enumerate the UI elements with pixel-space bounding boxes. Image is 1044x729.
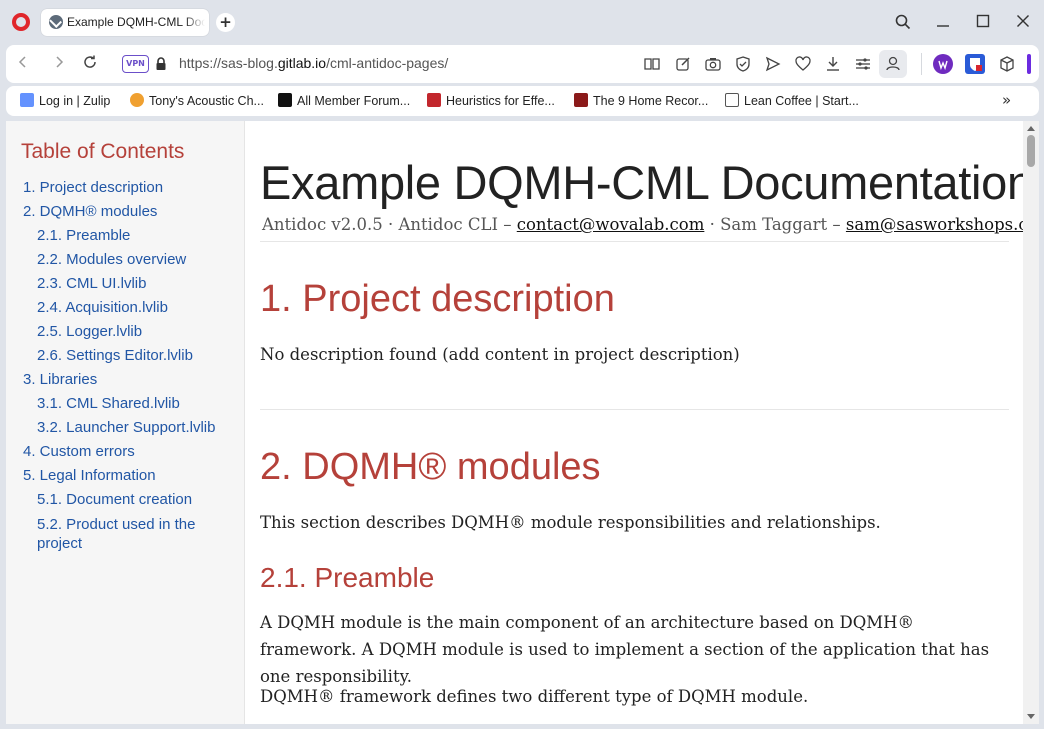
- tab-title: Example DQMH-CML Documentation: [67, 15, 205, 29]
- back-arrow-icon[interactable]: [12, 54, 34, 74]
- wallet-extension-icon[interactable]: [933, 54, 953, 74]
- address-bar-row: VPN https://sas-blog.gitlab.io/cml-antid…: [6, 45, 1039, 83]
- tab-strip: Example DQMH-CML Documentation +: [0, 0, 1044, 44]
- toc-link-cml-shared[interactable]: 3.1. CML Shared.lvlib: [23, 392, 238, 416]
- section-text-project-description: No description found (add content in pro…: [260, 345, 740, 364]
- url-prefix: https://sas-blog.: [179, 55, 278, 71]
- s-logo-icon: [278, 93, 292, 107]
- lock-icon[interactable]: [155, 56, 167, 72]
- toc-sidebar: Table of Contents 1. Project description…: [6, 121, 245, 724]
- maximize-window-icon[interactable]: [970, 10, 996, 34]
- heart-icon[interactable]: [793, 54, 813, 74]
- bookmarks-more-button[interactable]: »: [1002, 91, 1011, 109]
- url-path: /cml-antidoc-pages/: [326, 55, 449, 71]
- document-icon: [725, 93, 739, 107]
- section-heading-preamble: 2.1. Preamble: [260, 562, 435, 593]
- toc-link-dqmh-modules[interactable]: 2. DQMH® modules: [23, 200, 238, 224]
- document-details: Antidoc v2.0.5 · Antidoc CLI – contact@w…: [262, 215, 1039, 234]
- shield-check-icon[interactable]: [733, 54, 753, 74]
- cube-extension-icon[interactable]: [997, 54, 1017, 74]
- heuristics-icon: [427, 93, 441, 107]
- sidebar-indicator: [1027, 54, 1031, 74]
- folder-orange-icon: [130, 93, 144, 107]
- profile-icon[interactable]: [879, 50, 907, 78]
- bookmark-heuristics[interactable]: Heuristics for Effe...: [427, 93, 555, 111]
- forward-arrow-icon[interactable]: [48, 54, 70, 74]
- bookmark-member-forum[interactable]: All Member Forum...: [278, 93, 410, 111]
- search-tabs-icon[interactable]: [890, 10, 916, 34]
- toc-link-custom-errors[interactable]: 4. Custom errors: [23, 440, 238, 464]
- bookmark-tonys-acoustic[interactable]: Tony's Acoustic Ch...: [130, 93, 264, 111]
- toc-link-project-description[interactable]: 1. Project description: [23, 176, 238, 200]
- section-divider: [260, 409, 1009, 410]
- preamble-paragraph-2: DQMH® framework defines two different ty…: [260, 687, 809, 706]
- reader-mode-icon[interactable]: [642, 54, 662, 74]
- toc-link-settings-editor[interactable]: 2.6. Settings Editor.lvlib: [23, 344, 238, 368]
- reload-icon[interactable]: [79, 54, 101, 74]
- toc-link-launcher-support[interactable]: 3.2. Launcher Support.lvlib: [23, 416, 238, 440]
- snapshot-camera-icon[interactable]: [703, 54, 723, 74]
- download-icon[interactable]: [823, 54, 843, 74]
- scroll-down-arrow-icon[interactable]: [1027, 714, 1035, 719]
- toc-link-modules-overview[interactable]: 2.2. Modules overview: [23, 248, 238, 272]
- edit-icon[interactable]: [673, 54, 693, 74]
- toc-link-legal-information[interactable]: 5. Legal Information: [23, 464, 238, 488]
- preamble-paragraph-1: A DQMH module is the main component of a…: [260, 613, 990, 686]
- toc-title: Table of Contents: [21, 140, 185, 163]
- page-scrollbar[interactable]: [1023, 121, 1039, 724]
- opera-logo-icon[interactable]: [12, 13, 30, 31]
- url-host: gitlab.io: [277, 55, 327, 71]
- bitwarden-extension-icon[interactable]: [965, 54, 985, 74]
- section-text-dqmh-modules: This section describes DQMH® module resp…: [260, 513, 881, 532]
- toolbar-separator: [921, 53, 922, 75]
- vpn-badge[interactable]: VPN: [122, 55, 149, 73]
- toc-link-product-used[interactable]: 5.2. Product used in the project: [23, 512, 208, 553]
- browser-tab-active[interactable]: Example DQMH-CML Documentation: [41, 9, 209, 36]
- close-window-icon[interactable]: [1010, 10, 1036, 34]
- gitlab-page-favicon-icon: [49, 15, 63, 29]
- email-link-sam[interactable]: sam@sasworkshops.com: [846, 215, 1039, 234]
- toc-link-logger[interactable]: 2.5. Logger.lvlib: [23, 320, 238, 344]
- bookmark-home-recording[interactable]: The 9 Home Recor...: [574, 93, 708, 111]
- recording-icon: [574, 93, 588, 107]
- toc-link-libraries[interactable]: 3. Libraries: [23, 368, 238, 392]
- scroll-up-arrow-icon[interactable]: [1027, 126, 1035, 131]
- bookmark-lean-coffee[interactable]: Lean Coffee | Start...: [725, 93, 859, 111]
- bookmarks-bar: Log in | Zulip Tony's Acoustic Ch... All…: [6, 86, 1039, 116]
- header-divider: [260, 241, 1009, 242]
- toc-link-document-creation[interactable]: 5.1. Document creation: [23, 488, 238, 512]
- toc-link-cml-ui[interactable]: 2.3. CML UI.lvlib: [23, 272, 238, 296]
- toc-list: 1. Project description 2. DQMH® modules …: [23, 176, 238, 553]
- section-heading-project-description: 1. Project description: [260, 278, 615, 320]
- new-tab-button[interactable]: +: [216, 13, 235, 32]
- minimize-window-icon[interactable]: [930, 10, 956, 34]
- zulip-icon: [20, 93, 34, 107]
- email-link-contact[interactable]: contact@wovalab.com: [517, 215, 705, 234]
- document-content: Example DQMH-CML Documentation Antidoc v…: [260, 121, 1039, 724]
- scroll-thumb[interactable]: [1027, 135, 1035, 167]
- toc-link-acquisition[interactable]: 2.4. Acquisition.lvlib: [23, 296, 238, 320]
- section-heading-dqmh-modules: 2. DQMH® modules: [260, 446, 601, 488]
- address-input[interactable]: https://sas-blog.gitlab.io/cml-antidoc-p…: [179, 55, 448, 71]
- document-title: Example DQMH-CML Documentation: [260, 156, 1033, 209]
- bookmark-zulip[interactable]: Log in | Zulip: [20, 93, 110, 111]
- easy-setup-sliders-icon[interactable]: [853, 54, 873, 74]
- send-flow-icon[interactable]: [763, 54, 783, 74]
- page-viewport: Table of Contents 1. Project description…: [6, 121, 1039, 724]
- toc-link-preamble[interactable]: 2.1. Preamble: [23, 224, 238, 248]
